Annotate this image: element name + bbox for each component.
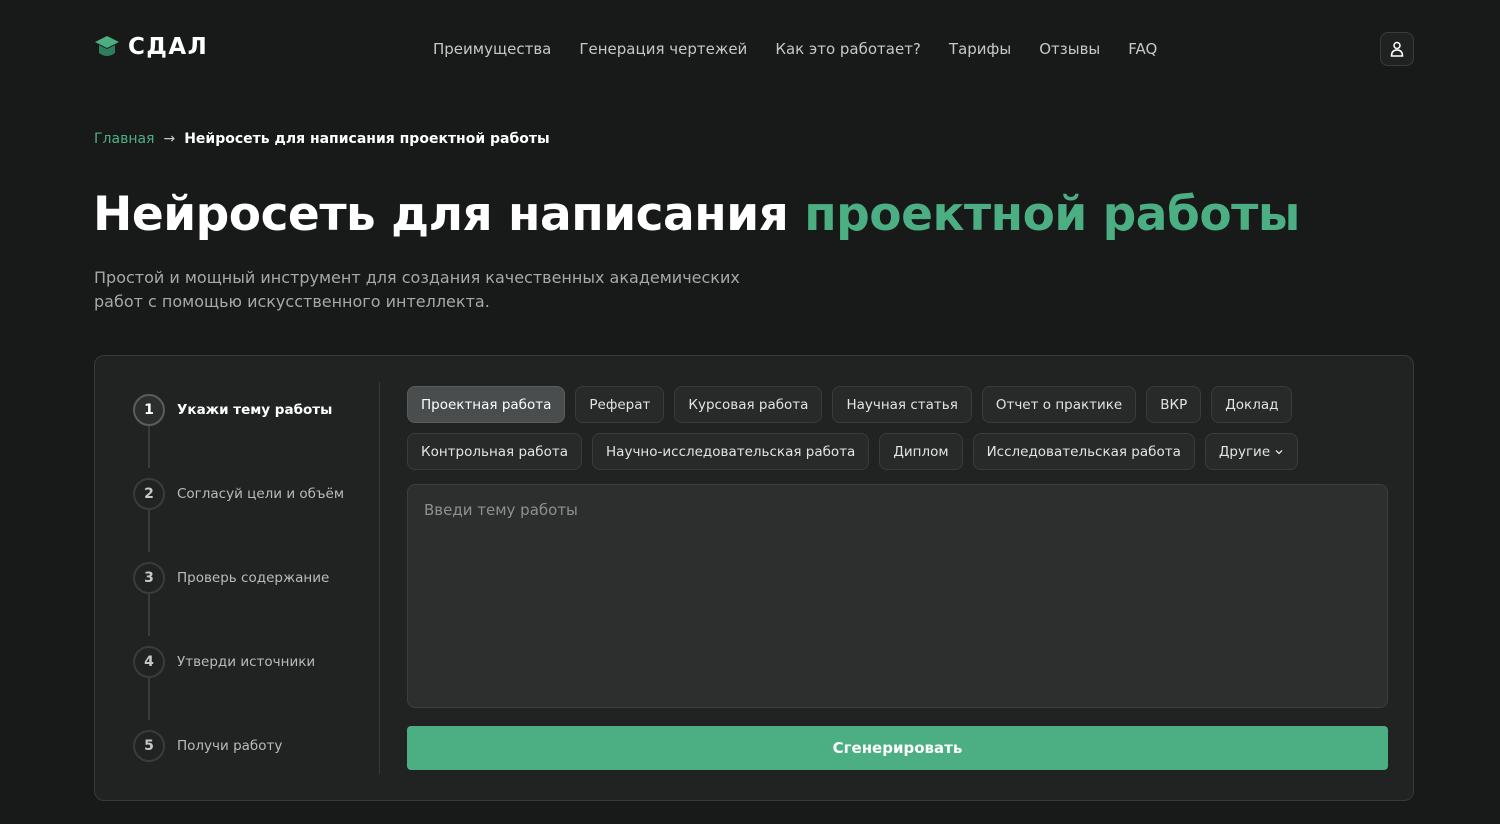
other-label: Другие xyxy=(1218,443,1271,460)
step-label: Утверди источники xyxy=(177,654,316,670)
step-5: 5 Получи работу xyxy=(133,730,282,762)
page-subtitle: Простой и мощный инструмент для создания… xyxy=(94,268,740,311)
topic-input[interactable] xyxy=(407,484,1388,708)
profile-button[interactable] xyxy=(1380,32,1414,66)
work-type-chip-coursework[interactable]: Курсовая работа xyxy=(674,386,823,423)
step-label: Проверь содержание xyxy=(177,570,330,586)
step-number: 1 xyxy=(133,394,165,426)
breadcrumb: Главная → Нейросеть для написания проект… xyxy=(94,131,550,147)
breadcrumb-home-link[interactable]: Главная xyxy=(94,131,154,147)
work-type-row-2: Контрольная работа Научно-исследовательс… xyxy=(407,433,1299,470)
work-type-chip-report[interactable]: Доклад xyxy=(1211,386,1293,423)
nav-advantages[interactable]: Преимущества xyxy=(433,40,551,58)
user-icon xyxy=(1390,41,1404,57)
nav-how-it-works[interactable]: Как это работает? xyxy=(775,40,921,58)
work-type-chip-research-scientific[interactable]: Научно-исследовательская работа xyxy=(592,433,870,470)
step-connector xyxy=(148,510,150,552)
breadcrumb-arrow-icon: → xyxy=(163,131,176,147)
step-number: 3 xyxy=(133,562,165,594)
nav-reviews[interactable]: Отзывы xyxy=(1039,40,1100,58)
site-header: СДАЛ Преимущества Генерация чертежей Как… xyxy=(0,0,1500,100)
work-type-row-1: Проектная работа Реферат Курсовая работа… xyxy=(407,386,1293,423)
work-type-chip-practice-report[interactable]: Отчет о практике xyxy=(981,386,1137,423)
step-label: Укажи тему работы xyxy=(177,402,333,418)
step-connector xyxy=(148,426,150,468)
step-2: 2 Согласуй цели и объём xyxy=(133,478,344,510)
step-label: Согласуй цели и объём xyxy=(177,486,345,502)
nav-faq[interactable]: FAQ xyxy=(1128,40,1157,58)
logo-text: СДАЛ xyxy=(128,34,209,60)
work-type-chip-research[interactable]: Исследовательская работа xyxy=(972,433,1195,470)
step-4: 4 Утверди источники xyxy=(133,646,315,678)
page-title-accent: проектной работы xyxy=(804,187,1300,242)
step-label: Получи работу xyxy=(177,738,283,754)
work-type-chip-other-dropdown[interactable]: Другие xyxy=(1204,433,1299,470)
logo-cap-icon xyxy=(95,36,119,56)
step-number: 4 xyxy=(133,646,165,678)
nav-pricing[interactable]: Тарифы xyxy=(949,40,1011,58)
step-number: 5 xyxy=(133,730,165,762)
step-connector xyxy=(148,594,150,636)
work-type-chip-essay[interactable]: Реферат xyxy=(575,386,665,423)
work-type-chip-diploma[interactable]: Диплом xyxy=(879,433,963,470)
vertical-divider xyxy=(379,382,380,774)
breadcrumb-current: Нейросеть для написания проектной работы xyxy=(184,131,550,147)
chevron-down-icon xyxy=(1275,449,1283,454)
step-number: 2 xyxy=(133,478,165,510)
work-type-chip-article[interactable]: Научная статья xyxy=(832,386,972,423)
nav-drawings[interactable]: Генерация чертежей xyxy=(579,40,747,58)
generator-card: 1 Укажи тему работы 2 Согласуй цели и об… xyxy=(94,355,1414,801)
work-type-chip-vkr[interactable]: ВКР xyxy=(1146,386,1202,423)
page-title: Нейросеть для написания проектной работы xyxy=(93,187,1300,242)
page-title-main: Нейросеть для написания xyxy=(93,187,805,242)
step-3: 3 Проверь содержание xyxy=(133,562,329,594)
logo[interactable]: СДАЛ xyxy=(94,33,208,61)
work-type-chip-test[interactable]: Контрольная работа xyxy=(407,433,583,470)
generate-button[interactable]: Сгенерировать xyxy=(407,726,1388,770)
work-type-chip-project[interactable]: Проектная работа xyxy=(407,386,566,423)
step-connector xyxy=(148,678,150,720)
step-1: 1 Укажи тему работы xyxy=(133,394,332,426)
main-nav: Преимущества Генерация чертежей Как это … xyxy=(433,40,1185,58)
